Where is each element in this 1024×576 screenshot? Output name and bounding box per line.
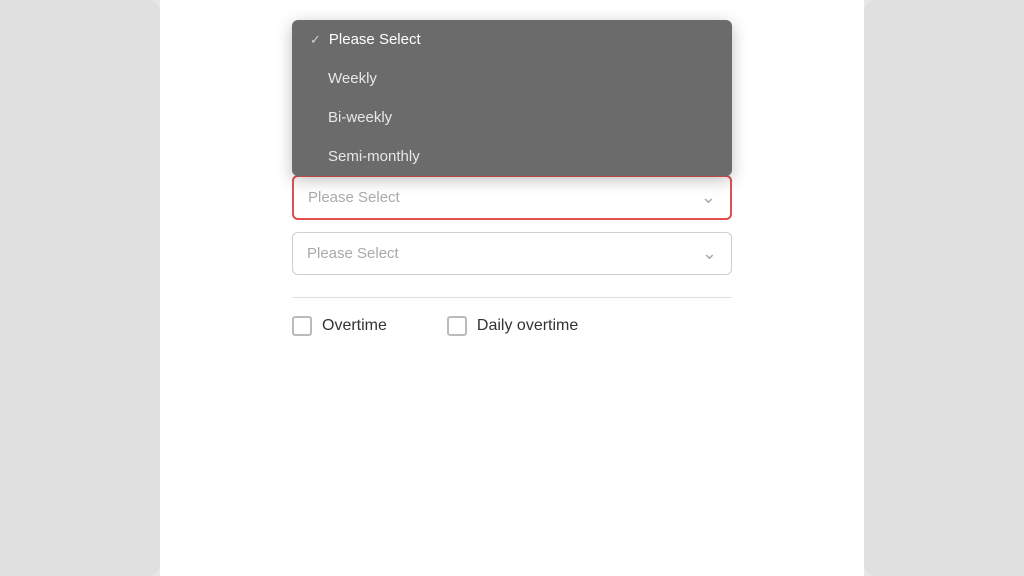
side-panel-right bbox=[864, 0, 1024, 576]
dropdown-option-weekly[interactable]: Weekly bbox=[292, 59, 732, 98]
pay-period-select[interactable] bbox=[292, 175, 732, 220]
overtime-checkbox[interactable] bbox=[292, 316, 312, 336]
second-select[interactable] bbox=[292, 232, 732, 275]
side-panel-left bbox=[0, 0, 160, 576]
dropdown-option-label-3: Semi-monthly bbox=[328, 148, 420, 165]
dropdown-option-biweekly[interactable]: Bi-weekly bbox=[292, 98, 732, 137]
daily-overtime-label: Daily overtime bbox=[477, 317, 578, 335]
check-icon: ✓ bbox=[310, 32, 321, 48]
overtime-checkbox-item[interactable]: Overtime bbox=[292, 316, 387, 336]
checkboxes-row: Overtime Daily overtime bbox=[292, 316, 732, 336]
overtime-label: Overtime bbox=[322, 317, 387, 335]
main-content: 1 2 3 4 5 6 Pay Period Details Pay Perio… bbox=[160, 0, 864, 576]
dropdown-option-label-2: Bi-weekly bbox=[328, 109, 392, 126]
second-select-wrapper[interactable]: Please Select ⌄ bbox=[292, 232, 732, 275]
dropdown-menu: ✓ Please Select Weekly Bi-weekly Semi-mo… bbox=[292, 20, 732, 176]
section-divider bbox=[292, 297, 732, 298]
daily-overtime-checkbox[interactable] bbox=[447, 316, 467, 336]
page-container: 1 2 3 4 5 6 Pay Period Details Pay Perio… bbox=[0, 0, 1024, 576]
dropdown-option-please-select[interactable]: ✓ Please Select bbox=[292, 20, 732, 59]
form-area: Pay Period* ✓ Please Select Weekly Bi-we… bbox=[292, 153, 732, 275]
dropdown-option-label-1: Weekly bbox=[328, 70, 377, 87]
pay-period-select-wrapper[interactable]: ✓ Please Select Weekly Bi-weekly Semi-mo… bbox=[292, 175, 732, 220]
daily-overtime-checkbox-item[interactable]: Daily overtime bbox=[447, 316, 578, 336]
dropdown-option-label-0: Please Select bbox=[329, 31, 421, 48]
dropdown-option-semimonthly[interactable]: Semi-monthly bbox=[292, 137, 732, 176]
